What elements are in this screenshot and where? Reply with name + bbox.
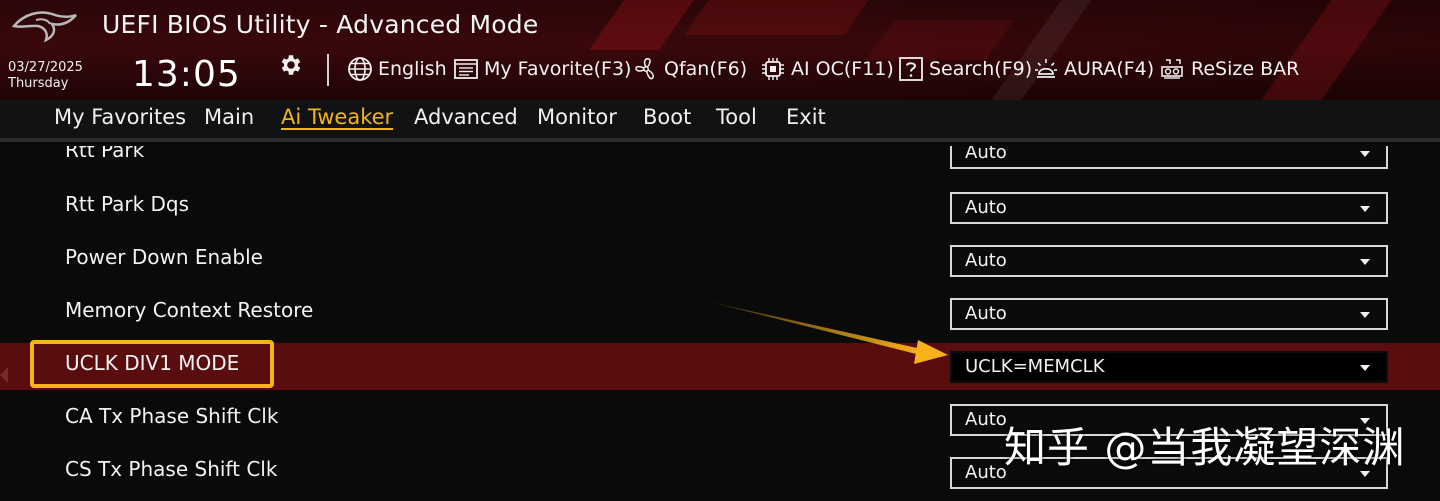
chevron-down-icon	[1360, 206, 1370, 212]
dropdown-value: Auto	[965, 462, 1007, 483]
setting-label: CA Tx Phase Shift Clk	[65, 404, 279, 428]
tab-tool[interactable]: Tool	[716, 105, 757, 129]
toolbar-divider	[327, 54, 329, 86]
chevron-down-icon	[1360, 259, 1370, 265]
gear-icon[interactable]	[278, 52, 304, 78]
rog-logo-icon	[12, 11, 77, 43]
setting-dropdown[interactable]: Auto	[950, 298, 1388, 330]
globe-icon	[348, 57, 372, 81]
chevron-down-icon	[1360, 365, 1370, 371]
dropdown-value: Auto	[965, 197, 1007, 218]
setting-label: Memory Context Restore	[65, 298, 314, 322]
clock[interactable]: 13:05	[132, 54, 241, 95]
tab-advanced[interactable]: Advanced	[414, 105, 518, 129]
my-favorite-button[interactable]: My Favorite(F3)	[453, 56, 631, 82]
fan-icon	[635, 58, 654, 80]
chip-icon	[762, 58, 784, 80]
annotation-arrow-icon	[710, 302, 948, 364]
search-button[interactable]: Search(F9)	[898, 56, 1032, 82]
header-bar: UEFI BIOS Utility - Advanced Mode 03/27/…	[0, 0, 1440, 100]
tab-my-favorites[interactable]: My Favorites	[54, 105, 186, 129]
resize-bar-label: ReSize BAR	[1191, 58, 1300, 80]
setting-row[interactable]: Power Down Enable Auto	[0, 237, 1440, 284]
chevron-down-icon	[1360, 312, 1370, 318]
favorite-list-icon	[454, 59, 478, 79]
setting-row[interactable]: Rtt Park Auto	[0, 146, 1440, 179]
aura-label: AURA(F4)	[1064, 58, 1155, 80]
app-title: UEFI BIOS Utility - Advanced Mode	[102, 10, 539, 39]
setting-dropdown[interactable]: Auto	[950, 245, 1388, 277]
watermark-text: 知乎 @当我凝望深渊	[1004, 423, 1406, 472]
dropdown-value: UCLK=MEMCLK	[965, 356, 1105, 377]
main-nav: My Favorites Main Ai Tweaker Advanced Mo…	[0, 100, 1440, 142]
dropdown-value: Auto	[965, 250, 1007, 271]
setting-label: Power Down Enable	[65, 245, 263, 269]
language-button[interactable]: English	[347, 56, 447, 82]
language-label: English	[378, 58, 447, 80]
setting-dropdown[interactable]: UCLK=MEMCLK	[950, 351, 1388, 383]
gpu-icon	[1161, 59, 1183, 79]
search-label: Search(F9)	[929, 58, 1033, 80]
tab-monitor[interactable]: Monitor	[537, 105, 617, 129]
dropdown-value: Auto	[965, 409, 1007, 430]
setting-dropdown[interactable]: Auto	[950, 146, 1388, 169]
setting-dropdown[interactable]: Auto	[950, 192, 1388, 224]
aura-button[interactable]: AURA(F4)	[1033, 56, 1154, 82]
question-box-icon	[899, 57, 923, 81]
setting-row[interactable]: Rtt Park Dqs Auto	[0, 184, 1440, 231]
tab-ai-tweaker[interactable]: Ai Tweaker	[281, 105, 393, 129]
dropdown-value: Auto	[965, 303, 1007, 324]
qfan-button[interactable]: Qfan(F6)	[633, 56, 747, 82]
ai-oc-button[interactable]: AI OC(F11)	[760, 56, 894, 82]
resize-bar-button[interactable]: ReSize BAR	[1160, 56, 1299, 82]
my-favorite-label: My Favorite(F3)	[484, 58, 632, 80]
ai-oc-label: AI OC(F11)	[791, 58, 894, 80]
chevron-down-icon	[1360, 151, 1370, 157]
tab-boot[interactable]: Boot	[643, 105, 691, 129]
setting-label: Rtt Park Dqs	[65, 192, 190, 216]
light-icon	[1035, 59, 1057, 78]
dropdown-value: Auto	[965, 146, 1007, 163]
date-display: 03/27/2025 Thursday	[8, 60, 83, 92]
annotation-highlight-box	[30, 340, 274, 388]
tab-exit[interactable]: Exit	[786, 105, 826, 129]
weekday-text: Thursday	[8, 76, 69, 91]
setting-label: Rtt Park	[65, 146, 145, 162]
scroll-left-indicator-icon	[0, 367, 8, 383]
setting-label: CS Tx Phase Shift Clk	[65, 457, 278, 481]
tab-main[interactable]: Main	[204, 105, 254, 129]
qfan-label: Qfan(F6)	[664, 58, 748, 80]
date-text: 03/27/2025	[8, 60, 83, 75]
